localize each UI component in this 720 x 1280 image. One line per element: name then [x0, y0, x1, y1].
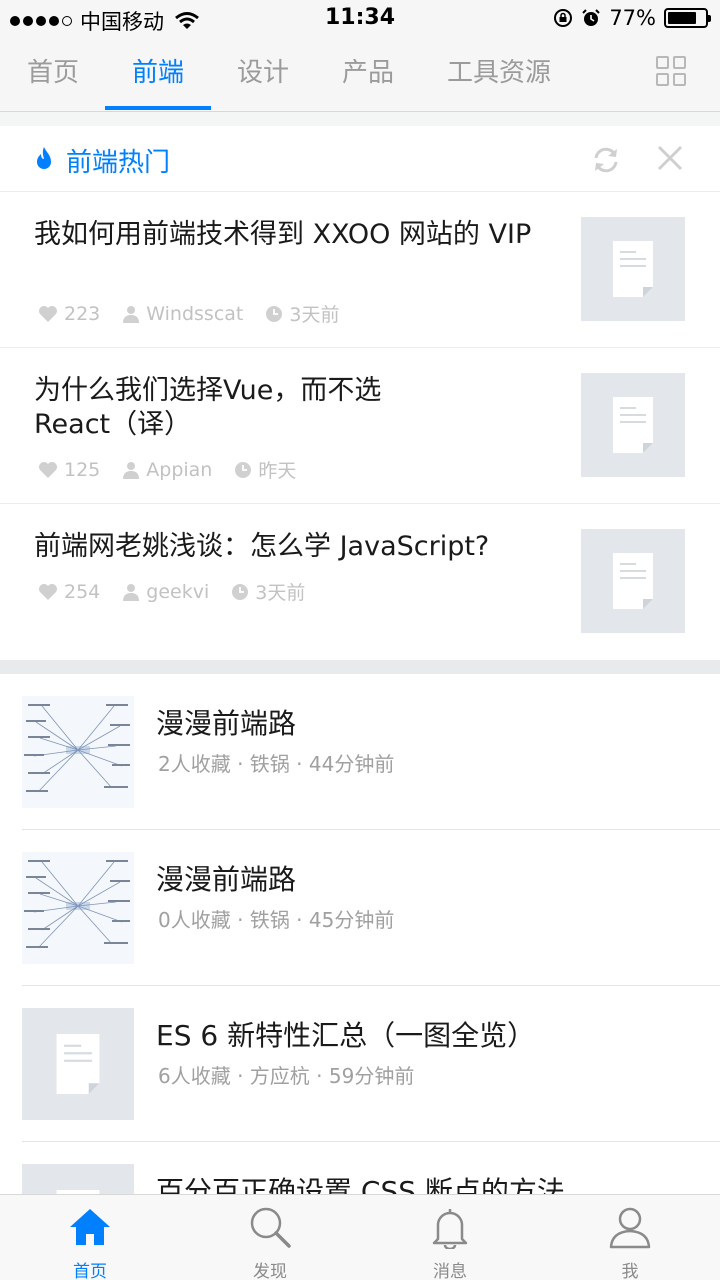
nav-discover[interactable]: 发现: [180, 1195, 360, 1280]
grid-icon[interactable]: [656, 56, 686, 86]
list-item-title[interactable]: 漫漫前端路: [156, 858, 296, 898]
author[interactable]: geekvi: [122, 581, 209, 603]
hot-item[interactable]: 为什么我们选择Vue，而不选 React（译） 125 Appian 昨天: [0, 348, 720, 504]
clock-icon: [235, 461, 252, 478]
author[interactable]: Windsscat: [122, 303, 243, 325]
article-thumbnail: [581, 373, 685, 477]
article-thumbnail: [581, 529, 685, 633]
time: 昨天: [234, 456, 296, 483]
user-icon: [123, 583, 140, 601]
author-name: geekvi: [146, 580, 210, 603]
author-name: Appian: [146, 458, 213, 481]
like-count: 254: [64, 580, 101, 603]
article-thumbnail: [581, 217, 685, 321]
like-count: 125: [64, 458, 101, 481]
likes[interactable]: 125: [38, 459, 100, 481]
hot-item[interactable]: 前端网老姚浅谈：怎么学 JavaScript? 254 geekvi 3天前: [0, 504, 720, 660]
like-count: 223: [64, 302, 101, 325]
hot-section-title: 前端热门: [66, 148, 171, 178]
bell-icon: [432, 1209, 468, 1249]
hot-item-title[interactable]: 前端网老姚浅谈：怎么学 JavaScript?: [34, 530, 544, 564]
nav-home[interactable]: 首页: [0, 1195, 180, 1280]
nav-label: 消息: [433, 1262, 467, 1280]
post-time: 3天前: [289, 304, 340, 326]
battery-percent: 77%: [609, 6, 656, 30]
article-thumbnail: [22, 1008, 134, 1120]
heart-icon: [39, 461, 57, 478]
hot-section: 前端热门 我如何用前端技术得到 XXOO 网站的 VIP 223 Windssc…: [0, 126, 720, 660]
status-bar: 中国移动 11:34 77%: [0, 0, 720, 38]
likes[interactable]: 254: [38, 581, 100, 603]
search-icon: [250, 1207, 291, 1248]
hot-item[interactable]: 我如何用前端技术得到 XXOO 网站的 VIP 223 Windsscat 3天…: [0, 192, 720, 348]
list-item-meta: 6人收藏 · 方应杭 · 59分钟前: [158, 1064, 415, 1088]
clock-icon: [232, 583, 249, 600]
rotation-lock-icon: [554, 9, 573, 27]
home-icon: [70, 1209, 110, 1245]
hot-item-meta: 254 geekvi 3天前: [38, 578, 327, 605]
clock-icon: [266, 305, 283, 322]
author-name: Windsscat: [146, 302, 244, 325]
active-tab-indicator: [105, 106, 211, 110]
tab-home[interactable]: 首页: [27, 52, 79, 112]
author[interactable]: Appian: [122, 459, 212, 481]
user-icon: [123, 461, 140, 479]
status-right: 77%: [553, 6, 711, 30]
document-icon: [613, 553, 653, 609]
user-icon: [609, 1207, 651, 1249]
nav-me[interactable]: 我: [540, 1195, 720, 1280]
heart-icon: [39, 583, 57, 600]
tab-tools[interactable]: 工具资源: [447, 52, 551, 112]
mindmap-thumbnail: [22, 852, 134, 964]
list-item[interactable]: 漫漫前端路 0人收藏 · 铁锅 · 45分钟前: [0, 830, 720, 986]
document-icon: [613, 397, 653, 453]
category-tabs: 首页 前端 设计 产品 工具资源: [0, 38, 720, 112]
list-item[interactable]: 漫漫前端路 2人收藏 · 铁锅 · 44分钟前: [0, 674, 720, 830]
post-time: 3天前: [255, 582, 306, 604]
heart-icon: [39, 305, 57, 322]
refresh-icon[interactable]: [590, 144, 622, 176]
hot-item-meta: 223 Windsscat 3天前: [38, 300, 361, 327]
likes[interactable]: 223: [38, 303, 100, 325]
nav-label: 发现: [253, 1262, 287, 1280]
document-icon: [613, 241, 653, 297]
list-item[interactable]: 百分百正确设置 CSS 断点的方法: [0, 1142, 720, 1194]
section-divider: [0, 660, 720, 674]
list-item-title[interactable]: 百分百正确设置 CSS 断点的方法: [156, 1170, 565, 1194]
nav-label: 首页: [73, 1262, 107, 1280]
hot-item-title[interactable]: 我如何用前端技术得到 XXOO 网站的 VIP: [34, 218, 544, 252]
tab-product[interactable]: 产品: [342, 52, 394, 112]
tab-frontend[interactable]: 前端: [132, 52, 184, 112]
post-time: 昨天: [258, 460, 297, 482]
mindmap-thumbnail: [22, 696, 134, 808]
list-item-title[interactable]: ES 6 新特性汇总（一图全览）: [156, 1014, 535, 1054]
document-icon: [56, 1034, 100, 1094]
alarm-icon: [582, 9, 601, 26]
user-icon: [123, 305, 140, 323]
nav-label: 我: [621, 1262, 639, 1280]
hot-item-meta: 125 Appian 昨天: [38, 456, 318, 483]
hot-item-title[interactable]: 为什么我们选择Vue，而不选 React（译）: [34, 374, 434, 442]
flame-icon: [37, 147, 51, 169]
list-item-title[interactable]: 漫漫前端路: [156, 702, 296, 742]
list-item-meta: 0人收藏 · 铁锅 · 45分钟前: [158, 908, 395, 932]
time: 3天前: [265, 300, 339, 327]
nav-messages[interactable]: 消息: [360, 1195, 540, 1280]
close-icon[interactable]: [656, 144, 684, 172]
article-thumbnail: [22, 1164, 134, 1194]
tab-design[interactable]: 设计: [237, 52, 289, 112]
hot-header: 前端热门: [0, 126, 720, 192]
article-list: 漫漫前端路 2人收藏 · 铁锅 · 44分钟前 漫漫前端路 0人收藏 · 铁锅 …: [0, 674, 720, 1194]
list-item-meta: 2人收藏 · 铁锅 · 44分钟前: [158, 752, 395, 776]
battery-icon: [664, 8, 711, 28]
time: 3天前: [231, 578, 305, 605]
bottom-nav: 首页 发现 消息 我: [0, 1194, 720, 1280]
list-item[interactable]: ES 6 新特性汇总（一图全览） 6人收藏 · 方应杭 · 59分钟前: [0, 986, 720, 1142]
